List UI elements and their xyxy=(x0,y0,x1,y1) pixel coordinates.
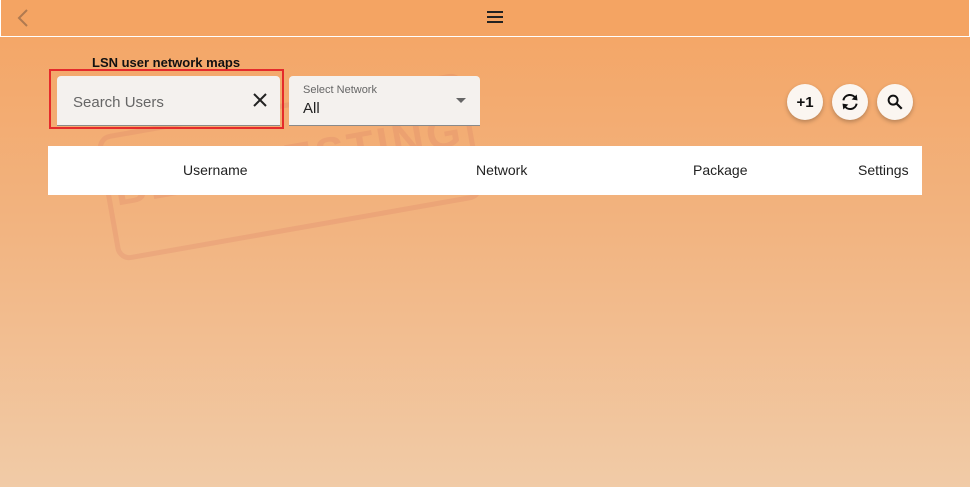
search-field xyxy=(57,76,280,126)
top-bar xyxy=(0,0,970,37)
users-table-header: Username Network Package Settings xyxy=(48,146,922,195)
caret-down-icon xyxy=(456,98,466,103)
chevron-left-icon xyxy=(17,9,28,27)
column-settings[interactable]: Settings xyxy=(858,162,909,178)
hamburger-menu-icon xyxy=(487,11,503,23)
search-icon xyxy=(887,94,903,110)
search-input[interactable] xyxy=(71,90,245,114)
close-icon xyxy=(253,93,267,107)
search-button[interactable] xyxy=(877,84,913,120)
column-username[interactable]: Username xyxy=(183,162,248,178)
column-package[interactable]: Package xyxy=(693,162,747,178)
add-user-label: +1 xyxy=(796,93,814,111)
network-select-value: All xyxy=(303,100,320,117)
network-select[interactable]: Select Network All xyxy=(289,76,480,126)
column-network[interactable]: Network xyxy=(476,162,527,178)
refresh-button[interactable] xyxy=(832,84,868,120)
menu-button[interactable] xyxy=(486,9,504,25)
network-select-label: Select Network xyxy=(303,84,377,96)
back-button[interactable] xyxy=(15,8,31,28)
clear-search-button[interactable] xyxy=(252,92,268,108)
add-user-button[interactable]: +1 xyxy=(787,84,823,120)
page-title: LSN user network maps xyxy=(92,55,241,70)
refresh-icon xyxy=(842,94,858,110)
